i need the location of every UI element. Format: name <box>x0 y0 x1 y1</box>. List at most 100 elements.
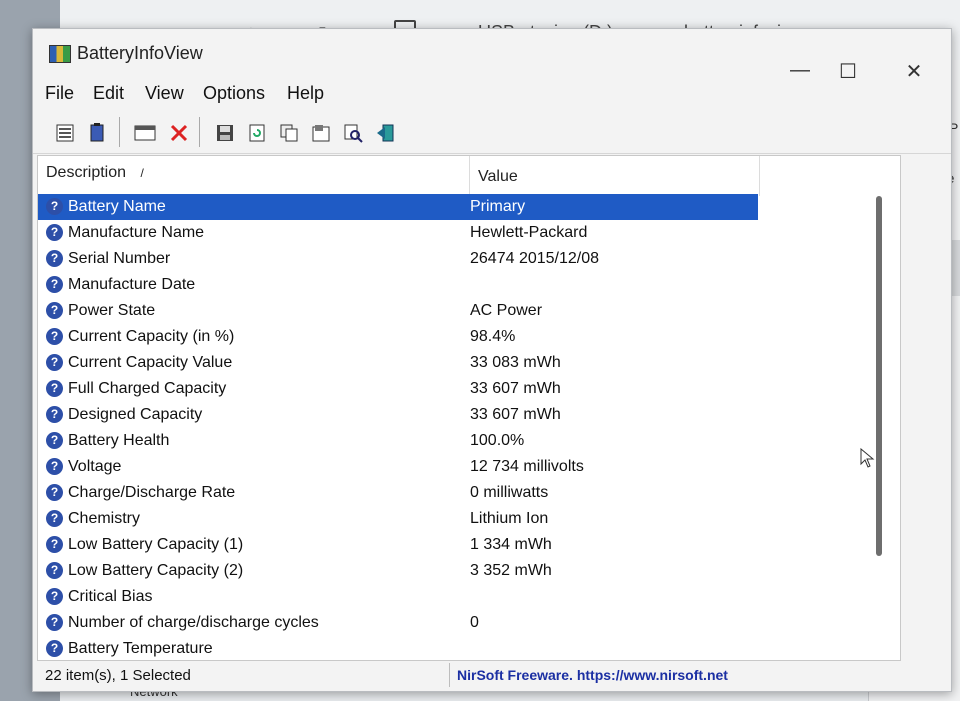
row-value: 1 334 mWh <box>470 536 552 553</box>
row-value: Primary <box>470 198 526 215</box>
maximize-button[interactable]: ☐ <box>833 59 863 84</box>
status-item-count: 22 item(s), 1 Selected <box>45 667 191 684</box>
menu-view[interactable]: View <box>145 83 184 104</box>
menu-edit[interactable]: Edit <box>93 83 124 104</box>
nirsoft-link[interactable]: NirSoft Freeware. https://www.nirsoft.ne… <box>457 667 728 683</box>
row-description: Serial Number <box>68 250 171 267</box>
sort-indicator-icon: / <box>140 166 144 180</box>
menu-help[interactable]: Help <box>287 83 324 104</box>
app-icon <box>49 45 71 63</box>
toolbar-separator <box>119 117 120 147</box>
row-value: 3 352 mWh <box>470 562 552 579</box>
table-row[interactable]: ? Power State AC Power <box>38 298 758 324</box>
row-description: Manufacture Date <box>68 276 196 293</box>
row-description: Critical Bias <box>68 588 153 605</box>
menu-file[interactable]: File <box>45 83 74 104</box>
close-button[interactable]: ✕ <box>899 59 929 84</box>
info-question-icon: ? <box>46 224 63 241</box>
html-report-icon[interactable] <box>309 121 333 145</box>
copy-icon[interactable] <box>277 121 301 145</box>
table-row[interactable]: ? Low Battery Capacity (1) 1 334 mWh <box>38 532 758 558</box>
column-header-empty <box>760 156 900 196</box>
row-value: 12 734 millivolts <box>470 458 584 475</box>
table-row[interactable]: ? Manufacture Date <box>38 272 758 298</box>
row-description: Battery Name <box>68 198 166 215</box>
info-question-icon: ? <box>46 250 63 267</box>
status-bar: 22 item(s), 1 Selected NirSoft Freeware.… <box>33 661 951 689</box>
row-description: Battery Health <box>68 432 170 449</box>
info-question-icon: ? <box>46 354 63 371</box>
row-value: 33 607 mWh <box>470 406 561 423</box>
window-icon[interactable] <box>133 121 157 145</box>
exit-icon[interactable] <box>373 121 397 145</box>
row-description: Charge/Discharge Rate <box>68 484 236 501</box>
list-rows: ? Battery Name Primary? Manufacture Name Hew… <box>38 194 758 660</box>
info-question-icon: ? <box>46 536 63 553</box>
menu-options[interactable]: Options <box>203 83 265 104</box>
info-question-icon: ? <box>46 614 63 631</box>
window-title: BatteryInfoView <box>77 43 203 63</box>
info-question-icon: ? <box>46 484 63 501</box>
row-description: Manufacture Name <box>68 224 205 241</box>
row-description: Full Charged Capacity <box>68 380 227 397</box>
toolbar-separator <box>199 117 200 147</box>
table-row[interactable]: ? Battery Temperature <box>38 636 758 660</box>
properties-icon[interactable] <box>53 121 77 145</box>
table-row[interactable]: ? Full Charged Capacity 33 607 mWh <box>38 376 758 402</box>
info-question-icon: ? <box>46 588 63 605</box>
row-description: Battery Temperature <box>68 640 213 657</box>
info-question-icon: ? <box>46 510 63 527</box>
row-description: Current Capacity Value <box>68 354 233 371</box>
batteryinfoview-window: BatteryInfoView — ☐ ✕ File Edit View Opt… <box>32 28 952 692</box>
status-separator <box>449 663 450 687</box>
table-row[interactable]: ? Battery Health 100.0% <box>38 428 758 454</box>
row-value: 0 milliwatts <box>470 484 549 501</box>
table-row[interactable]: ? Current Capacity (in %) 98.4% <box>38 324 758 350</box>
refresh-icon[interactable] <box>245 121 269 145</box>
row-description: Voltage <box>68 458 122 475</box>
table-row[interactable]: ? Battery Name Primary <box>38 194 758 220</box>
find-icon[interactable] <box>341 121 365 145</box>
row-value: AC Power <box>470 302 543 319</box>
table-row[interactable]: ? Serial Number 26474 2015/12/08 <box>38 246 758 272</box>
row-value: 33 607 mWh <box>470 380 561 397</box>
minimize-button[interactable]: — <box>785 59 815 82</box>
column-header-value[interactable]: Value <box>470 156 760 196</box>
title-bar[interactable]: BatteryInfoView — ☐ ✕ <box>33 29 951 83</box>
info-question-icon: ? <box>46 380 63 397</box>
row-description: Low Battery Capacity (1) <box>68 536 244 553</box>
table-row[interactable]: ? Critical Bias <box>38 584 758 610</box>
column-description-label: Description <box>46 164 127 181</box>
table-row[interactable]: ? Current Capacity Value 33 083 mWh <box>38 350 758 376</box>
mouse-cursor-icon <box>860 448 875 468</box>
row-description: Current Capacity (in %) <box>68 328 235 345</box>
battery-info-list[interactable]: Description / Value ? Battery Name Primary… <box>37 155 901 661</box>
table-row[interactable]: ? Charge/Discharge Rate 0 milliwatts <box>38 480 758 506</box>
column-value-label: Value <box>478 168 518 185</box>
battery-list-icon[interactable] <box>85 121 109 145</box>
delete-icon[interactable] <box>167 121 191 145</box>
info-question-icon: ? <box>46 328 63 345</box>
info-question-icon: ? <box>46 562 63 579</box>
table-row[interactable]: ? Voltage 12 734 millivolts <box>38 454 758 480</box>
row-value: 98.4% <box>470 328 516 345</box>
save-icon[interactable] <box>213 121 237 145</box>
table-row[interactable]: ? Designed Capacity 33 607 mWh <box>38 402 758 428</box>
column-header-description[interactable]: Description / <box>38 156 470 196</box>
info-question-icon: ? <box>46 198 63 215</box>
row-description: Low Battery Capacity (2) <box>68 562 244 579</box>
info-question-icon: ? <box>46 458 63 475</box>
row-description: Chemistry <box>68 510 141 527</box>
row-value: Lithium Ion <box>470 510 549 527</box>
row-description: Number of charge/discharge cycles <box>68 614 319 631</box>
info-question-icon: ? <box>46 432 63 449</box>
vertical-scrollbar[interactable] <box>876 196 882 556</box>
row-value: Hewlett-Packard <box>470 224 588 241</box>
table-row[interactable]: ? Number of charge/discharge cycles 0 <box>38 610 758 636</box>
table-row[interactable]: ? Chemistry Lithium Ion <box>38 506 758 532</box>
table-row[interactable]: ? Manufacture Name Hewlett-Packard <box>38 220 758 246</box>
row-value: 26474 2015/12/08 <box>470 250 600 267</box>
table-row[interactable]: ? Low Battery Capacity (2) 3 352 mWh <box>38 558 758 584</box>
row-value: 0 <box>470 614 479 631</box>
row-value: 33 083 mWh <box>470 354 561 371</box>
